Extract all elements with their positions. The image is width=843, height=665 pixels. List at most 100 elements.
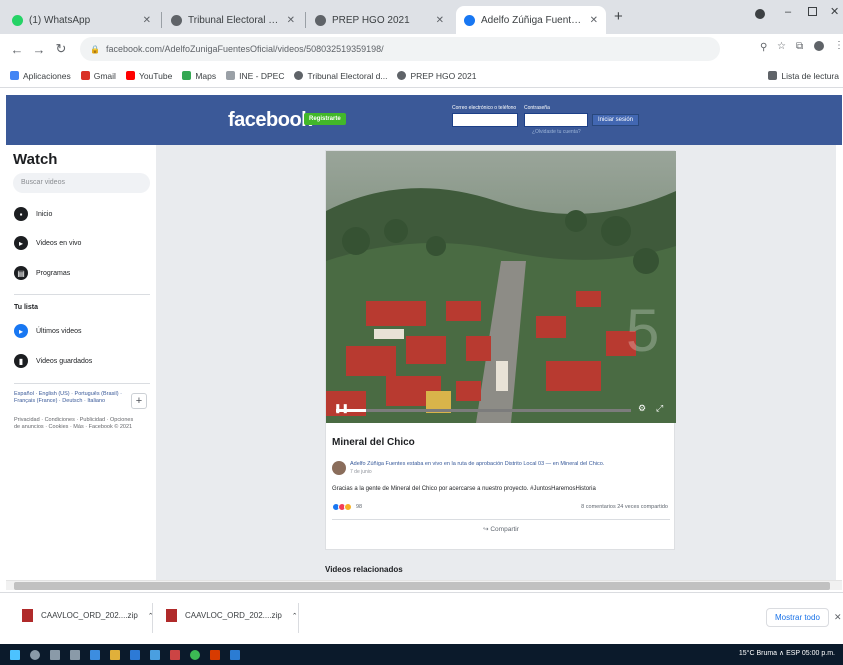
file-explorer-icon[interactable] [110, 649, 120, 660]
toolbar: ← → ↻ 🔒 facebook.com/AdelfoZunigaFuentes… [0, 34, 843, 64]
address-bar[interactable]: 🔒 facebook.com/AdelfoZunigaFuentesOficia… [80, 37, 720, 61]
app-icon[interactable] [170, 649, 180, 660]
tab-tribunal[interactable]: Tribunal Electoral del Poder Judi... ✕ [163, 6, 303, 34]
tab-title: Tribunal Electoral del Poder Judi... [188, 14, 281, 26]
video-player[interactable]: 5 ❚❚ ⚙ ⤢ [326, 151, 676, 423]
tab-divider [161, 12, 162, 28]
divider [298, 603, 299, 633]
show-all-button[interactable]: Mostrar todo [766, 608, 829, 627]
bookmark-label: YouTube [138, 70, 173, 81]
sidebar-item-label: Videos guardados [36, 357, 93, 365]
widgets-icon[interactable] [70, 649, 80, 660]
chrome-icon[interactable] [190, 649, 200, 660]
reactions[interactable]: 98 [332, 503, 362, 511]
bookmarks-bar: Aplicaciones Gmail YouTube Maps INE - DP… [0, 64, 843, 88]
reload-icon[interactable]: ↻ [50, 41, 72, 57]
windows-taskbar: 15°C Bruma ∧ ESP 05:00 p.m. [0, 644, 843, 665]
tab-facebook[interactable]: Adelfo Zúñiga Fuentes - Vi... ✕ [456, 6, 606, 34]
sidebar-item-home[interactable]: ▪ Inicio [14, 207, 52, 221]
signup-button[interactable]: Registrarte [304, 113, 346, 125]
star-icon[interactable]: ☆ [777, 41, 786, 52]
svg-text:5: 5 [626, 297, 659, 364]
whatsapp-icon [12, 14, 23, 26]
sidebar-item-shows[interactable]: ▤ Programas [14, 266, 70, 280]
tab-whatsapp[interactable]: (1) WhatsApp ✕ [4, 6, 159, 34]
live-icon: ▸ [14, 236, 28, 250]
url-text: facebook.com/AdelfoZunigaFuentesOficial/… [105, 44, 384, 54]
login-button[interactable]: Iniciar sesión [592, 114, 640, 126]
zoom-icon[interactable]: ⚲ [760, 42, 767, 53]
task-view-icon[interactable] [50, 649, 60, 660]
word-icon[interactable] [230, 649, 240, 660]
horizontal-scrollbar[interactable] [6, 580, 842, 590]
sidebar-item-saved[interactable]: ▮ Videos guardados [14, 354, 92, 368]
avatar[interactable] [332, 461, 346, 475]
facebook-logo[interactable]: facebook [228, 109, 312, 132]
email-field[interactable] [452, 113, 518, 127]
account-icon[interactable] [814, 41, 824, 51]
bookmark-apps[interactable]: Aplicaciones [10, 71, 71, 81]
bookmark-maps[interactable]: Maps [182, 71, 216, 81]
search-input[interactable]: Buscar videos [13, 173, 150, 193]
new-tab-button[interactable]: + [614, 8, 623, 25]
share-label: Compartir [490, 526, 519, 533]
bookmark-label: Gmail [93, 70, 116, 81]
store-icon[interactable] [130, 649, 140, 660]
settings-icon[interactable]: ⚙ [638, 403, 646, 414]
close-icon[interactable]: ✕ [590, 15, 598, 26]
video-title[interactable]: Mineral del Chico [332, 437, 415, 448]
privacy-links[interactable]: Privacidad · Condiciones · Publicidad · … [14, 417, 134, 431]
sidebar-item-live[interactable]: ▸ Videos en vivo [14, 236, 81, 250]
post-author[interactable]: Adelfo Zúñiga Fuentes estaba en vivo en … [350, 461, 670, 467]
share-button[interactable]: ↪ Compartir [326, 525, 676, 533]
reading-list[interactable]: Lista de lectura [768, 71, 839, 81]
forward-icon[interactable]: → [28, 42, 50, 57]
tab-title: (1) WhatsApp [29, 14, 91, 26]
video-card: 5 ❚❚ ⚙ ⤢ Mineral del Chico Adelfo Zúñiga… [325, 150, 676, 550]
office-icon[interactable] [210, 649, 220, 660]
forgot-account-link[interactable]: ¿Olvidaste tu cuenta? [532, 129, 581, 135]
bookmark-prep[interactable]: PREP HGO 2021 [397, 71, 476, 81]
close-icon[interactable]: ✕ [287, 15, 295, 26]
mail-icon[interactable] [150, 649, 160, 660]
watch-title: Watch [13, 151, 58, 168]
scrollbar-thumb[interactable] [14, 582, 830, 590]
divider [332, 519, 670, 520]
bookmark-gmail[interactable]: Gmail [80, 70, 116, 81]
close-icon[interactable]: ✕ [143, 15, 151, 26]
post-date[interactable]: 7 de junio [350, 469, 372, 475]
search-icon[interactable] [30, 649, 40, 660]
bookmark-icon: ▮ [14, 354, 28, 368]
tab-prep[interactable]: PREP HGO 2021 ✕ [307, 6, 452, 34]
download-item[interactable]: CAAVLOC_ORD_202....zip ⌃ [166, 609, 298, 622]
password-field[interactable] [524, 113, 588, 127]
minimize-icon[interactable]: – [785, 6, 791, 18]
add-language-icon[interactable]: + [131, 393, 147, 409]
language-links[interactable]: Español · English (US) · Português (Bras… [14, 391, 124, 405]
bookmark-label: Maps [195, 70, 217, 81]
download-filename: CAAVLOC_ORD_202....zip [41, 611, 138, 620]
edge-icon[interactable] [90, 649, 100, 660]
apps-icon [10, 71, 19, 80]
maximize-icon[interactable] [808, 7, 817, 16]
bookmark-youtube[interactable]: YouTube [125, 70, 173, 81]
extensions-icon[interactable]: ⧉ [796, 41, 803, 52]
close-icon[interactable]: ✕ [436, 15, 444, 26]
zip-file-icon [166, 609, 177, 622]
bookmark-ine[interactable]: INE - DPEC [226, 71, 284, 81]
windows-start-icon[interactable] [10, 649, 20, 660]
download-item[interactable]: CAAVLOC_ORD_202....zip ⌃ [22, 609, 154, 622]
sidebar-item-latest[interactable]: ▸ Últimos videos [14, 324, 82, 338]
post-stats[interactable]: 8 comentarios 24 veces compartido [581, 504, 668, 510]
bookmark-tribunal[interactable]: Tribunal Electoral d... [294, 71, 387, 81]
fullscreen-icon[interactable]: ⤢ [656, 403, 663, 414]
maps-icon [182, 71, 192, 80]
menu-icon[interactable]: ⋮ [834, 40, 843, 51]
back-icon[interactable]: ← [6, 42, 28, 57]
chevron-up-icon[interactable]: ⌃ [292, 612, 298, 620]
pause-icon[interactable]: ❚❚ [334, 403, 349, 414]
close-icon[interactable]: ✕ [834, 612, 842, 623]
system-tray[interactable]: 15°C Bruma ∧ ESP 05:00 p.m. [739, 649, 835, 657]
profile-icon[interactable] [755, 9, 765, 19]
window-close-icon[interactable]: ✕ [830, 5, 839, 18]
